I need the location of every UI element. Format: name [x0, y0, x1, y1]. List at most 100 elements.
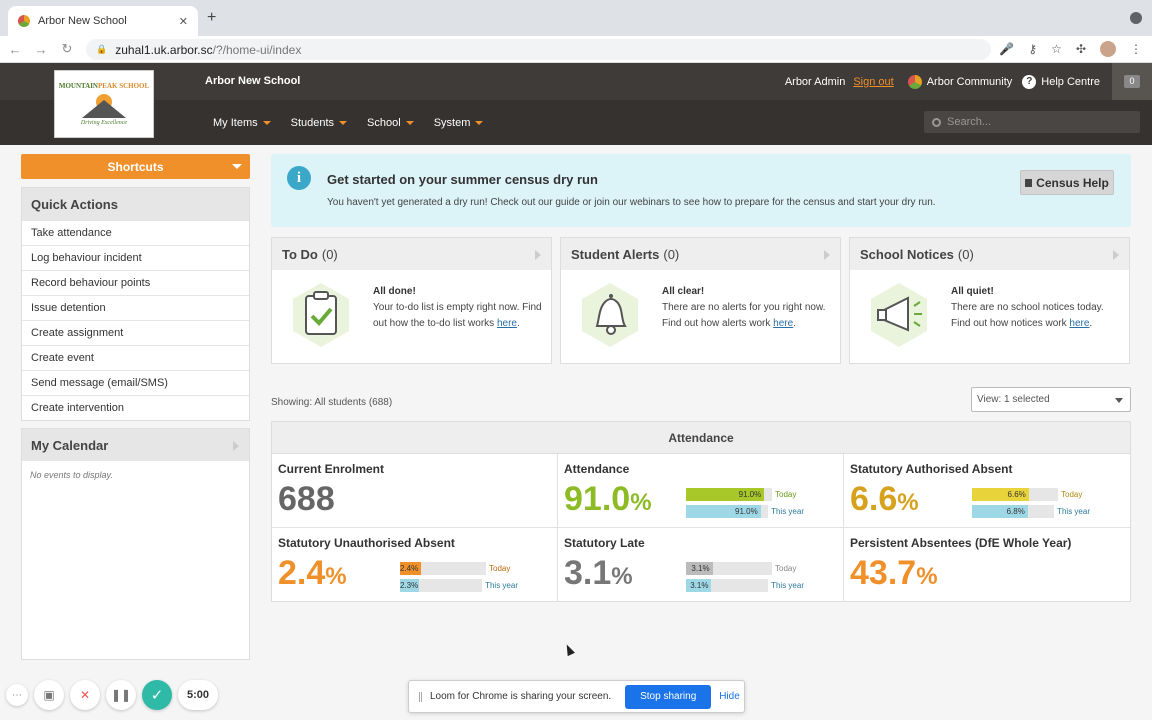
reload-icon[interactable]: ↻: [56, 41, 78, 57]
this-year-bar: 2.3%: [400, 578, 483, 592]
key-icon[interactable]: ⚷: [1028, 42, 1037, 56]
message-count-button[interactable]: 0: [1112, 63, 1152, 100]
calendar-title: My Calendar: [31, 437, 109, 453]
app-name[interactable]: Arbor New School: [205, 75, 300, 87]
todo-card-header[interactable]: To Do (0): [272, 238, 551, 270]
help-centre-link[interactable]: ? Help Centre: [1022, 74, 1100, 89]
quick-action-create-event[interactable]: Create event: [22, 345, 249, 370]
shortcuts-button[interactable]: Shortcuts: [21, 154, 250, 179]
menu-students[interactable]: Students: [291, 117, 348, 129]
browser-tabbar: Arbor New School ✕ +: [0, 0, 1152, 36]
chrome-menu-icon[interactable]: [1130, 12, 1142, 24]
view-select[interactable]: View: 1 selected: [971, 387, 1131, 412]
drag-handle-icon[interactable]: [419, 691, 422, 702]
search-input[interactable]: [947, 116, 1127, 128]
quick-action-log-behaviour-incident[interactable]: Log behaviour incident: [22, 245, 249, 270]
caret-down-icon: [475, 120, 484, 125]
forward-icon[interactable]: →: [30, 42, 52, 57]
card-count: (0): [957, 246, 974, 262]
card-text: There are no alerts for you right now. F…: [662, 302, 826, 329]
quick-action-take-attendance[interactable]: Take attendance: [22, 220, 249, 245]
cancel-recording-icon[interactable]: ✕: [70, 680, 100, 710]
sign-out-link[interactable]: Sign out: [853, 76, 893, 88]
quick-action-send-message[interactable]: Send message (email/SMS): [22, 370, 249, 395]
stat-authorised-absent[interactable]: Statutory Authorised Absent 6.6% 6.6% Tod…: [844, 454, 1130, 528]
quick-action-record-behaviour-points[interactable]: Record behaviour points: [22, 270, 249, 295]
chevron-right-icon: [824, 250, 830, 260]
stop-sharing-button[interactable]: Stop sharing: [625, 684, 712, 709]
school-logo[interactable]: MOUNTAINPEAK SCHOOL Driving Excellence: [54, 70, 154, 138]
caret-down-icon: [1115, 398, 1123, 403]
stat-value: 6.6%: [850, 480, 919, 518]
this-year-bar: 6.8%: [972, 504, 1055, 518]
hide-button[interactable]: Hide: [719, 691, 740, 702]
stat-persistent-absentees[interactable]: Persistent Absentees (DfE Whole Year) 43…: [844, 528, 1130, 602]
census-help-button[interactable]: Census Help: [1020, 170, 1114, 195]
plus-icon[interactable]: +: [207, 9, 216, 27]
calendar-empty-text: No events to display.: [30, 470, 113, 480]
student-alerts-card-header[interactable]: Student Alerts (0): [561, 238, 840, 270]
stat-label: Statutory Late: [564, 536, 645, 550]
stat-late[interactable]: Statutory Late 3.1% 3.1% Today 3.1% This y…: [558, 528, 844, 602]
stat-label: Statutory Unauthorised Absent: [278, 536, 455, 550]
today-bar: 91.0%: [686, 487, 772, 501]
kebab-menu-icon[interactable]: ⋮: [1130, 42, 1142, 56]
mountain-logo-icon: [82, 92, 126, 118]
more-options-icon[interactable]: ⋯: [6, 684, 28, 706]
community-label: Arbor Community: [926, 75, 1013, 88]
card-here-link[interactable]: here: [497, 318, 517, 329]
info-icon: i: [287, 166, 311, 190]
attendance-panel: Attendance Current Enrolment 688 Attenda…: [271, 421, 1131, 602]
this-year-bar: 3.1%: [686, 578, 769, 592]
quick-action-create-intervention[interactable]: Create intervention: [22, 395, 249, 420]
school-notices-card-header[interactable]: School Notices (0): [850, 238, 1129, 270]
megaphone-icon: [871, 283, 927, 347]
caret-down-icon: [232, 164, 242, 169]
stat-unauthorised-absent[interactable]: Statutory Unauthorised Absent 2.4% 2.4% T…: [272, 528, 558, 602]
quick-action-create-assignment[interactable]: Create assignment: [22, 320, 249, 345]
back-icon[interactable]: ←: [4, 42, 26, 57]
url-field[interactable]: 🔒 zuhal1.uk.arbor.sc/?/home-ui/index: [86, 39, 991, 60]
star-icon[interactable]: ☆: [1051, 42, 1062, 56]
this-year-label: This year: [1057, 506, 1090, 516]
stat-attendance[interactable]: Attendance 91.0% 91.0% Today 91.0% This ye…: [558, 454, 844, 528]
card-tail: .: [516, 318, 520, 329]
calendar-header[interactable]: My Calendar: [22, 429, 249, 461]
census-help-label: Census Help: [1036, 175, 1109, 190]
stat-current-enrolment[interactable]: Current Enrolment 688: [272, 454, 558, 528]
extensions-icon[interactable]: ✣: [1076, 42, 1086, 56]
today-label: Today: [775, 489, 797, 499]
stat-label: Persistent Absentees (DfE Whole Year): [850, 536, 1072, 550]
menu-system[interactable]: System: [434, 117, 484, 129]
banner-text: You haven't yet generated a dry run! Che…: [327, 197, 936, 208]
community-link[interactable]: Arbor Community: [907, 74, 1013, 89]
close-tab-icon[interactable]: ✕: [179, 15, 188, 28]
today-bar: 2.4%: [400, 561, 486, 575]
microphone-icon[interactable]: 🎤: [999, 42, 1014, 56]
card-title: To Do: [282, 246, 318, 262]
profile-avatar[interactable]: [1100, 41, 1116, 57]
finish-recording-icon[interactable]: ✓: [142, 680, 172, 710]
stat-value: 43.7%: [850, 554, 938, 592]
school-notices-card: School Notices (0) All quiet! There are n…: [849, 237, 1130, 364]
card-count: (0): [663, 246, 680, 262]
pause-icon[interactable]: ❚❚: [106, 680, 136, 710]
quick-action-issue-detention[interactable]: Issue detention: [22, 295, 249, 320]
menu-label: System: [433, 116, 471, 129]
card-here-link[interactable]: here: [773, 318, 793, 329]
main-menu: My Items Students School System: [213, 100, 484, 145]
menu-label: School: [367, 116, 401, 129]
quick-actions-title: Quick Actions: [22, 188, 249, 220]
caret-down-icon: [405, 120, 414, 125]
camera-off-icon[interactable]: ▣: [34, 680, 64, 710]
book-icon: [1025, 178, 1033, 187]
menu-school[interactable]: School: [367, 117, 414, 129]
url-path: /?/home-ui/index: [212, 42, 302, 57]
browser-tab[interactable]: Arbor New School ✕: [8, 6, 198, 36]
menu-my-items[interactable]: My Items: [213, 117, 271, 129]
card-heading: All done!: [373, 286, 416, 297]
admin-name[interactable]: Arbor Admin: [785, 76, 846, 88]
today-bar: 6.6%: [972, 487, 1058, 501]
card-here-link[interactable]: here: [1069, 318, 1089, 329]
caret-down-icon: [262, 120, 271, 125]
